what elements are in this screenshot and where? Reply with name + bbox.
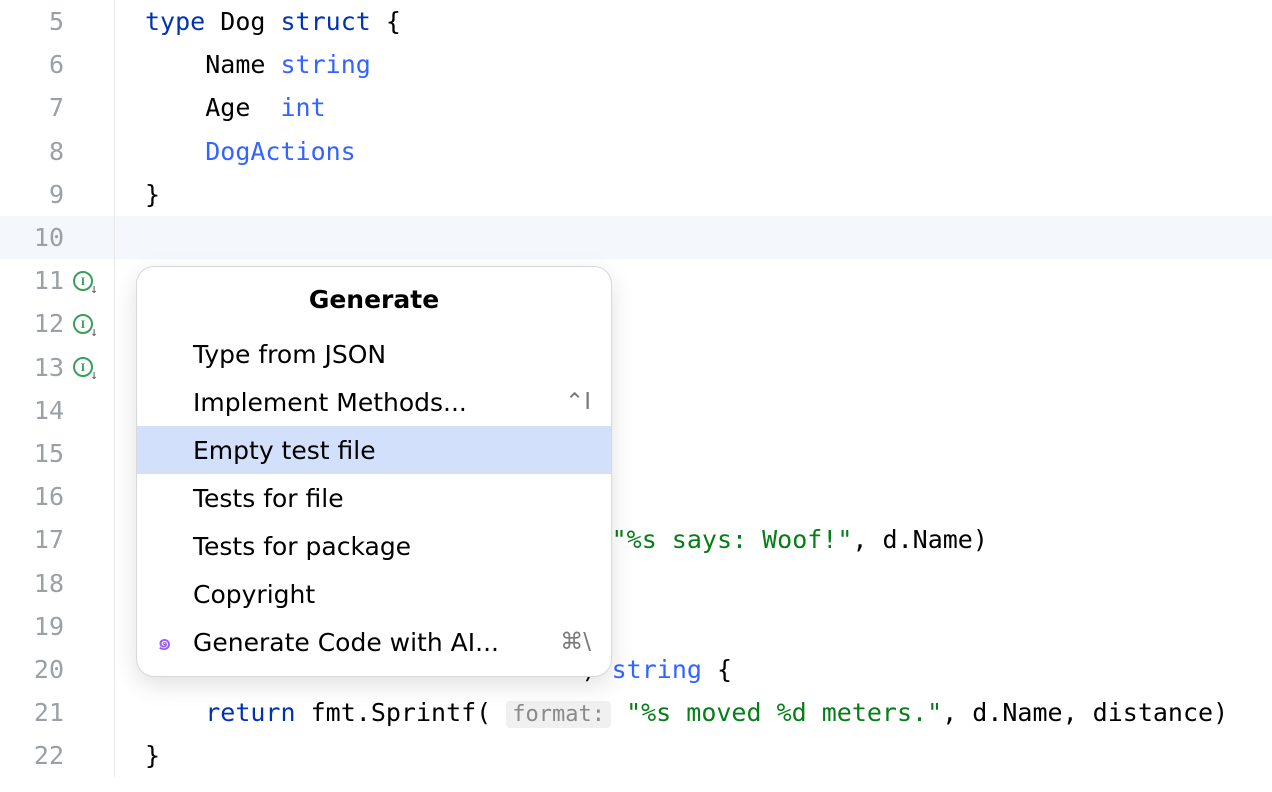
menu-item-label: Type from JSON: [193, 340, 591, 369]
gutter-separator: [114, 0, 115, 43]
code-content[interactable]: type Dog struct {: [145, 7, 1272, 36]
menu-item-shortcut: ⌘\: [560, 629, 591, 655]
code-line[interactable]: 6 Name string: [0, 43, 1272, 86]
implement-interface-icon[interactable]: I↓: [70, 268, 96, 294]
menu-item-label: Implement Methods...: [193, 388, 565, 417]
code-line[interactable]: 9 }: [0, 173, 1272, 216]
menu-item-copyright[interactable]: Copyright: [137, 570, 611, 618]
gutter-separator: [114, 216, 115, 259]
code-content[interactable]: }: [145, 180, 1272, 209]
gutter-separator: [114, 173, 115, 216]
implement-interface-icon[interactable]: I↓: [70, 311, 96, 337]
line-number: 16: [0, 482, 70, 511]
gutter-separator: [114, 130, 115, 173]
line-number: 13: [0, 353, 70, 382]
code-line[interactable]: 21 return fmt.Sprintf( format: "%s moved…: [0, 691, 1272, 734]
code-line[interactable]: 7 Age int: [0, 86, 1272, 129]
menu-item-tests-for-file[interactable]: Tests for file: [137, 474, 611, 522]
line-number: 9: [0, 180, 70, 209]
gutter-separator: [114, 432, 115, 475]
line-number: 11: [0, 266, 70, 295]
line-number: 15: [0, 439, 70, 468]
code-line[interactable]: 8 DogActions: [0, 130, 1272, 173]
menu-item-empty-test-file[interactable]: Empty test file: [137, 426, 611, 474]
line-number: 21: [0, 698, 70, 727]
menu-item-tests-for-package[interactable]: Tests for package: [137, 522, 611, 570]
menu-item-label: Tests for file: [193, 484, 591, 513]
code-content[interactable]: }: [145, 741, 1272, 770]
code-content[interactable]: DogActions: [145, 137, 1272, 166]
inlay-hint: format:: [506, 701, 611, 728]
line-number: 6: [0, 50, 70, 79]
gutter-icon-slot: I↓: [70, 354, 104, 380]
code-content[interactable]: Name string: [145, 50, 1272, 79]
gutter-icon-slot: I↓: [70, 311, 104, 337]
gutter-icon-slot: I↓: [70, 268, 104, 294]
gutter-separator: [114, 389, 115, 432]
gutter-separator: [114, 86, 115, 129]
line-number: 10: [0, 223, 70, 252]
gutter-separator: [114, 518, 115, 561]
code-line[interactable]: 22 }: [0, 734, 1272, 777]
generate-popup: Generate Type from JSON Implement Method…: [136, 266, 612, 677]
gutter-separator: [114, 691, 115, 734]
menu-item-type-from-json[interactable]: Type from JSON: [137, 330, 611, 378]
line-number: 8: [0, 137, 70, 166]
menu-item-label: Tests for package: [193, 532, 591, 561]
spiral-icon: ๑: [157, 630, 193, 654]
gutter-separator: [114, 475, 115, 518]
line-number: 12: [0, 309, 70, 338]
code-content[interactable]: return fmt.Sprintf( format: "%s moved %d…: [145, 698, 1272, 727]
gutter-separator: [114, 561, 115, 604]
gutter-separator: [114, 346, 115, 389]
line-number: 18: [0, 569, 70, 598]
gutter-separator: [114, 259, 115, 302]
line-number: 20: [0, 655, 70, 684]
line-number: 19: [0, 612, 70, 641]
gutter-separator: [114, 43, 115, 86]
line-number: 5: [0, 7, 70, 36]
menu-item-shortcut: ⌃I: [565, 389, 591, 415]
implement-interface-icon[interactable]: I↓: [70, 354, 96, 380]
gutter-separator: [114, 302, 115, 345]
menu-item-generate-code-ai[interactable]: ๑ Generate Code with AI... ⌘\: [137, 618, 611, 666]
code-line[interactable]: 5 type Dog struct {: [0, 0, 1272, 43]
menu-item-label: Copyright: [193, 580, 591, 609]
code-line-current[interactable]: 10: [0, 216, 1272, 259]
menu-item-label: Generate Code with AI...: [193, 628, 560, 657]
line-number: 22: [0, 741, 70, 770]
line-number: 17: [0, 525, 70, 554]
line-number: 7: [0, 93, 70, 122]
gutter-separator: [114, 734, 115, 777]
code-content[interactable]: Age int: [145, 93, 1272, 122]
popup-title: Generate: [137, 271, 611, 330]
menu-item-implement-methods[interactable]: Implement Methods... ⌃I: [137, 378, 611, 426]
menu-item-label: Empty test file: [193, 436, 591, 465]
gutter-separator: [114, 605, 115, 648]
gutter-separator: [114, 648, 115, 691]
line-number: 14: [0, 396, 70, 425]
